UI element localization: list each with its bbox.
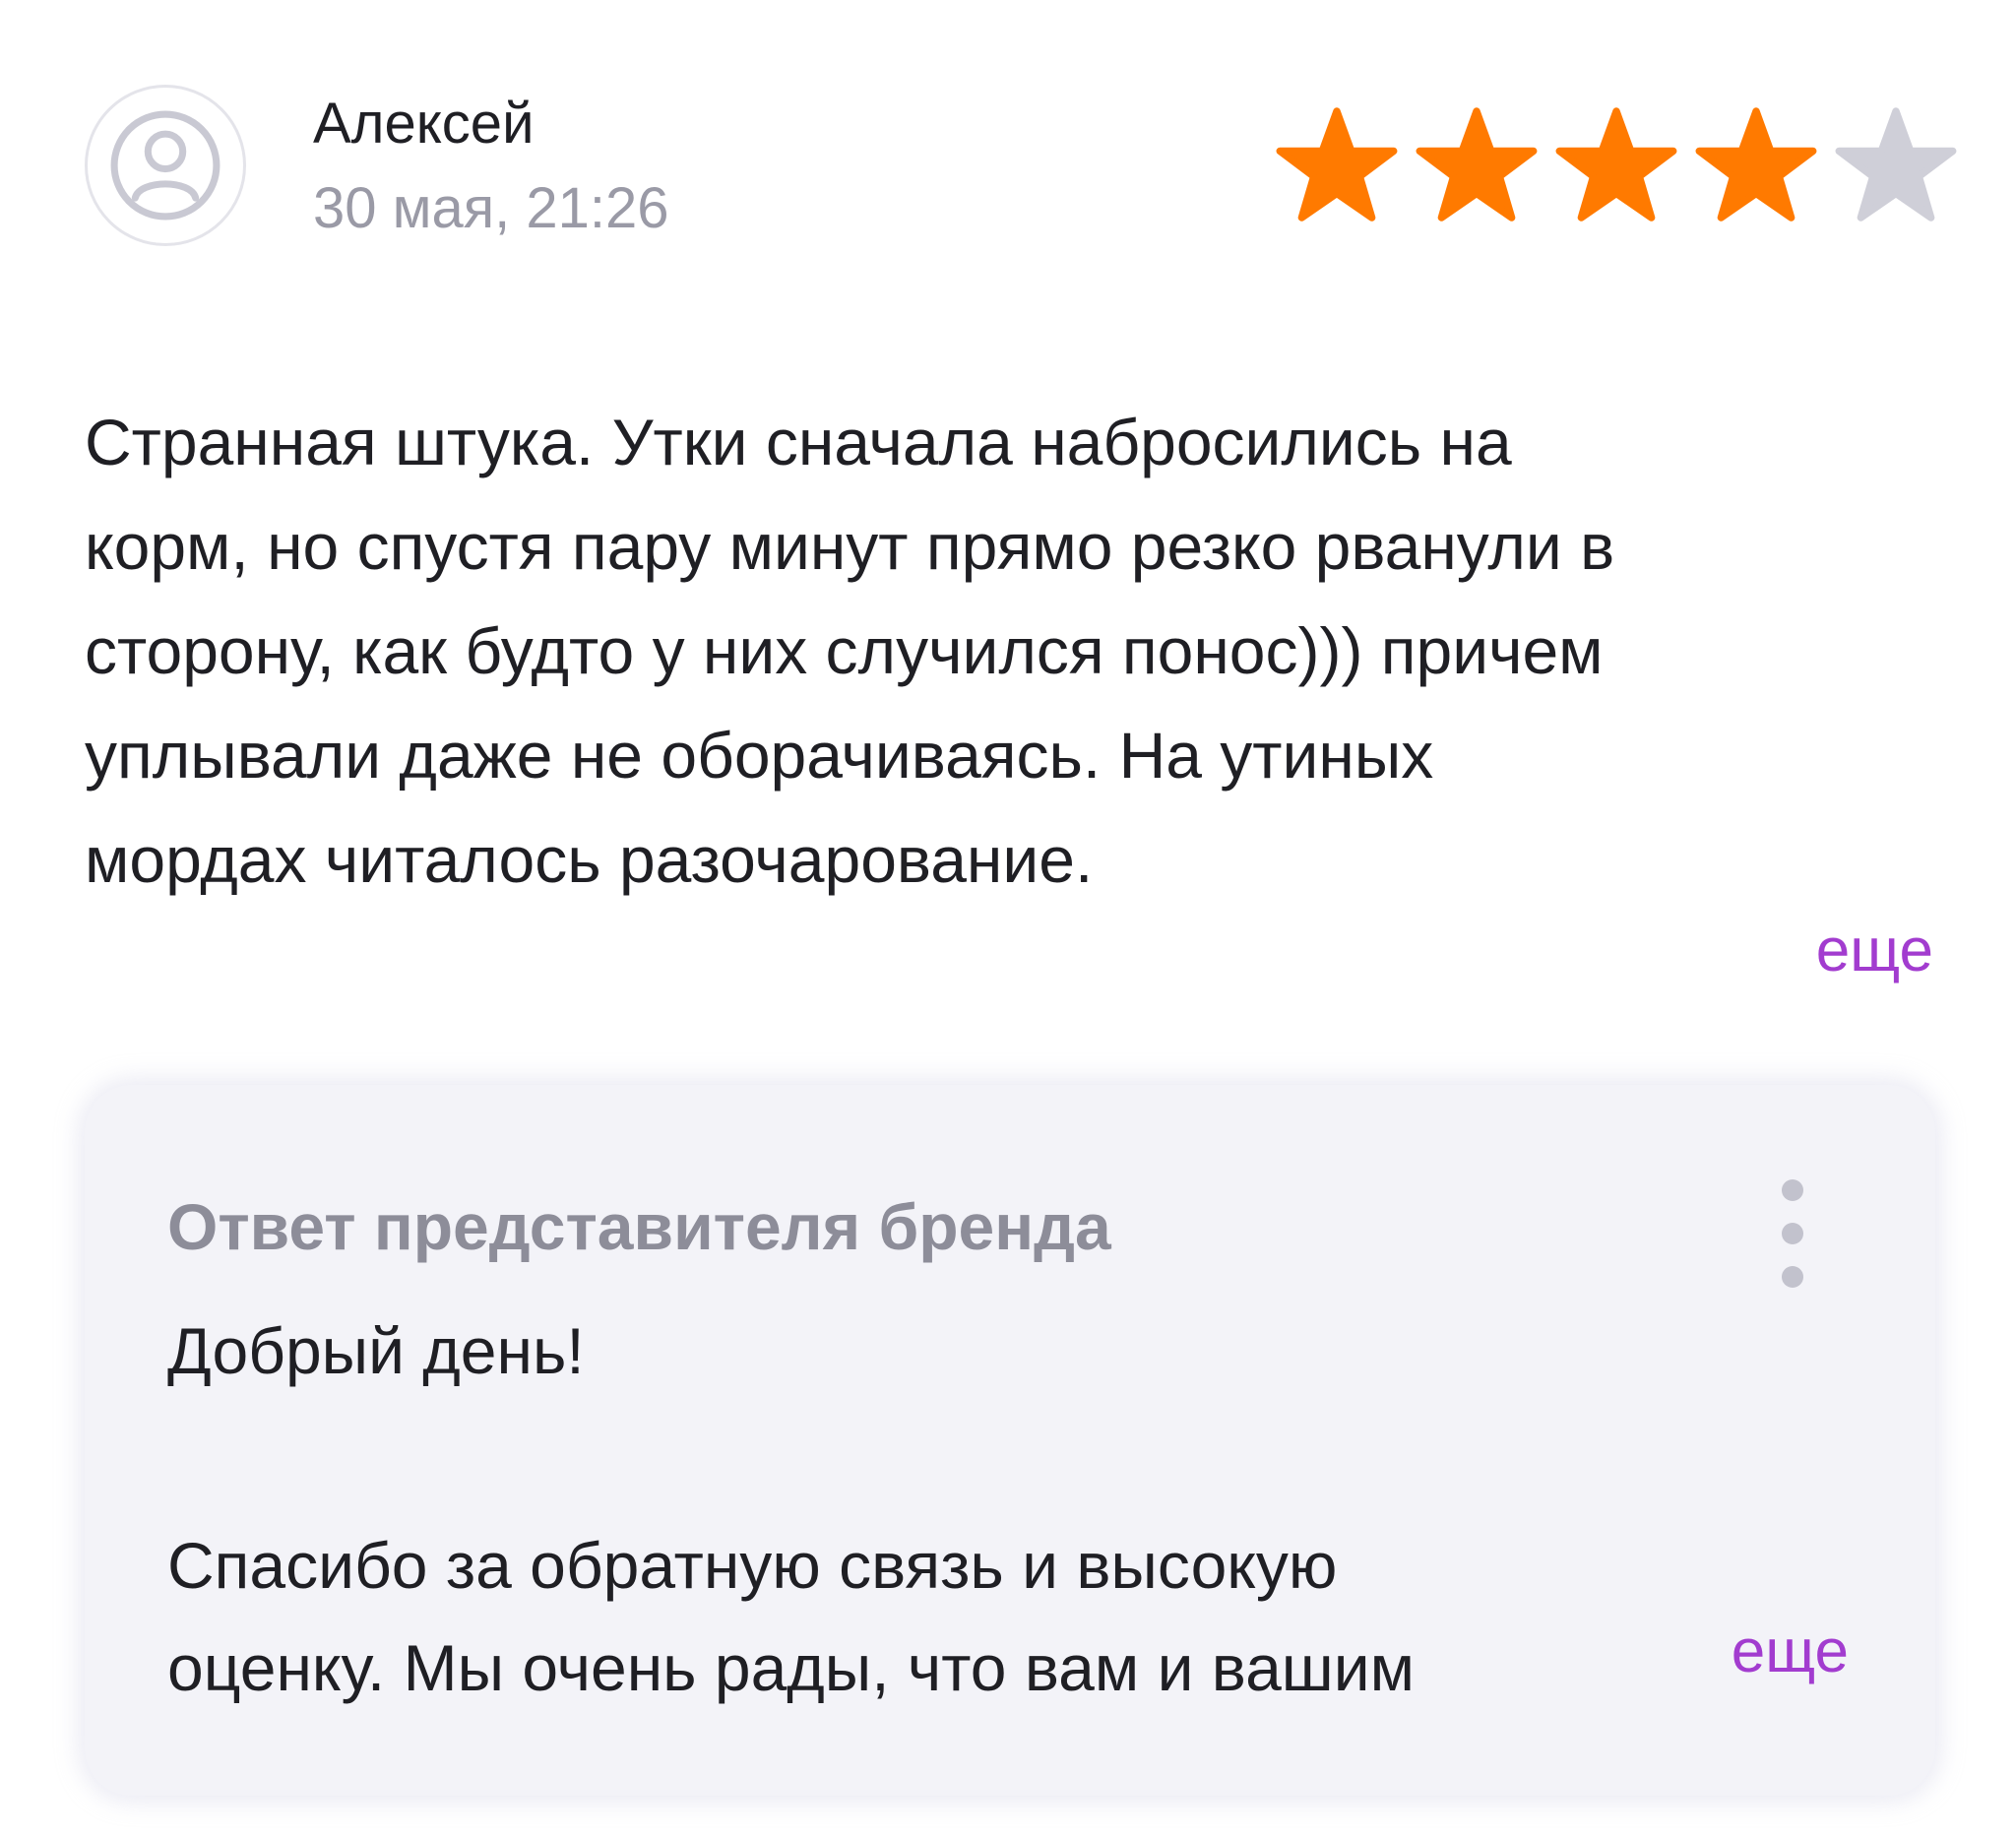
kebab-dot xyxy=(1782,1223,1803,1244)
star-icon-filled xyxy=(1416,107,1538,222)
brand-reply-more-link[interactable]: еще xyxy=(1723,1617,1849,1686)
review-date: 30 мая, 21:26 xyxy=(313,176,669,240)
brand-reply-title: Ответ представителя бренда xyxy=(167,1190,1111,1263)
author-name: Алексей xyxy=(313,92,535,156)
star-icon-empty xyxy=(1835,107,1957,222)
brand-reply-greeting: Добрый день! xyxy=(167,1314,585,1387)
kebab-menu-icon[interactable] xyxy=(1778,1179,1807,1288)
kebab-dot xyxy=(1782,1266,1803,1288)
kebab-dot xyxy=(1782,1179,1803,1201)
star-rating xyxy=(1276,106,1957,222)
brand-reply-box: Ответ представителя бренда Добрый день! … xyxy=(85,1085,1935,1796)
star-icon-filled xyxy=(1555,107,1677,222)
review-more-link[interactable]: еще xyxy=(1816,916,1933,985)
review-text: Странная штука. Утки сначала набросились… xyxy=(85,406,1615,896)
star-icon-filled xyxy=(1695,107,1817,222)
star-icon-filled xyxy=(1276,107,1398,222)
avatar[interactable] xyxy=(85,85,246,246)
review-card: Алексей 30 мая, 21:26 Странная штука. Ут… xyxy=(0,0,2016,1840)
user-avatar-icon xyxy=(110,110,220,221)
